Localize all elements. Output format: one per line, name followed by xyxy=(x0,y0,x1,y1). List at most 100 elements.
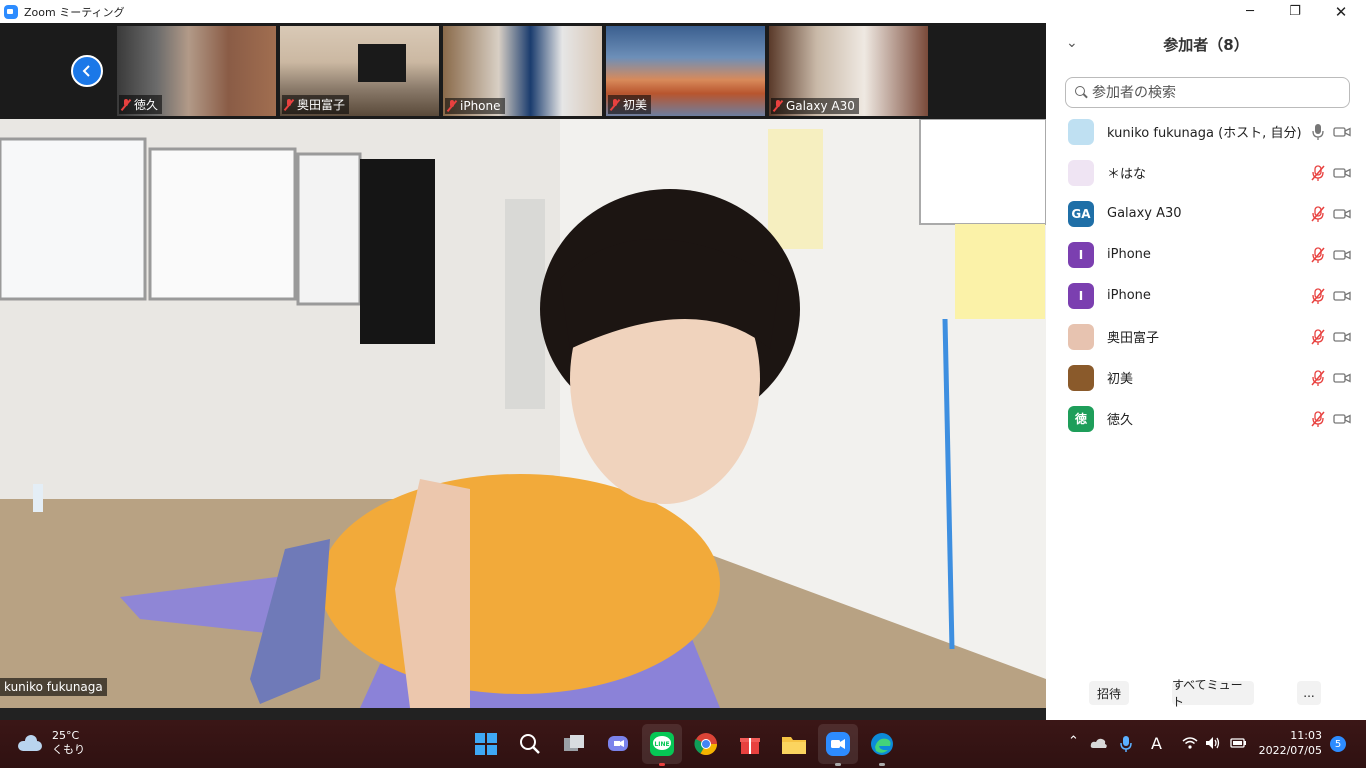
chevron-up-icon[interactable]: ⌃ xyxy=(1068,734,1079,749)
close-button[interactable]: ✕ xyxy=(1318,0,1364,23)
maximize-button[interactable]: ❐ xyxy=(1272,0,1318,23)
participant-name: kuniko fukunaga (ホスト, 自分) xyxy=(1107,126,1302,141)
avatar: I xyxy=(1068,282,1094,309)
microphone-icon[interactable] xyxy=(1120,736,1132,752)
mic-muted-icon[interactable] xyxy=(1311,328,1325,345)
participant-name: ＊はな xyxy=(1107,167,1147,182)
main-video[interactable]: kuniko fukunaga xyxy=(0,119,1046,708)
camera-icon[interactable] xyxy=(1333,208,1351,220)
battery-icon[interactable] xyxy=(1229,737,1247,749)
clock-date: 2022/07/05 xyxy=(1258,744,1322,757)
participant-row[interactable]: 奥田富子 xyxy=(1046,316,1366,357)
line-running-dot xyxy=(659,763,665,766)
notification-badge[interactable]: 5 xyxy=(1330,736,1346,752)
teams-chat-button[interactable] xyxy=(604,730,632,758)
zoom-app-icon xyxy=(4,4,18,19)
wifi-icon[interactable] xyxy=(1182,737,1198,749)
taskbar: 25°C くもり LINE ⌃ A 11:03 2022/07/05 5 xyxy=(0,720,1366,768)
line-app-button[interactable]: LINE xyxy=(648,730,676,758)
chat-icon xyxy=(608,736,628,751)
tile-name: 奥田富子 xyxy=(297,98,346,112)
mic-muted-icon xyxy=(610,98,620,111)
mute-all-button[interactable]: すべてミュート xyxy=(1172,678,1254,709)
camera-icon[interactable] xyxy=(1333,290,1351,302)
minimize-button[interactable]: ─ xyxy=(1227,0,1273,23)
gift-app-button[interactable] xyxy=(736,730,764,758)
tile-label: iPhone xyxy=(445,98,505,114)
ime-mode-indicator[interactable]: A xyxy=(1151,734,1162,753)
tv-screen xyxy=(358,44,406,82)
camera-icon[interactable] xyxy=(1333,372,1351,384)
participant-search[interactable] xyxy=(1065,77,1350,108)
camera-icon[interactable] xyxy=(1333,126,1351,138)
participant-row[interactable]: 徳徳久 xyxy=(1046,398,1366,439)
more-button[interactable]: ... xyxy=(1297,681,1321,705)
participant-row[interactable]: IiPhone xyxy=(1046,275,1366,316)
mic-muted-icon[interactable] xyxy=(1311,205,1325,222)
participant-list: kuniko fukunaga (ホスト, 自分) ＊はな GA Galaxy A30… xyxy=(1046,111,1366,439)
camera-icon[interactable] xyxy=(1333,331,1351,343)
gallery-tile[interactable]: 初美 xyxy=(606,26,765,116)
participant-row[interactable]: kuniko fukunaga (ホスト, 自分) xyxy=(1046,111,1366,152)
tile-name: iPhone xyxy=(460,99,501,113)
task-view-button[interactable] xyxy=(560,730,588,758)
svg-text:LINE: LINE xyxy=(654,741,669,748)
weather-widget[interactable]: 25°C くもり xyxy=(18,729,85,757)
participants-panel: ⌄ 参加者（8） kuniko fukunaga (ホスト, 自分)＊はなGAG… xyxy=(1046,23,1366,720)
panel-title: 参加者（8） xyxy=(1163,35,1249,54)
speaker-name-label: kuniko fukunaga xyxy=(0,678,107,696)
gallery-tile[interactable]: 徳久 xyxy=(117,26,276,116)
volume-icon[interactable] xyxy=(1205,736,1221,750)
participant-row[interactable]: ＊はな xyxy=(1046,152,1366,193)
tile-label: 初美 xyxy=(608,95,652,114)
camera-icon[interactable] xyxy=(1333,413,1351,425)
mic-muted-icon[interactable] xyxy=(1311,287,1325,304)
gallery-prev-button[interactable] xyxy=(71,55,103,87)
avatar xyxy=(1068,323,1094,350)
avatar: 徳 xyxy=(1068,405,1094,432)
gallery-tile[interactable]: iPhone xyxy=(443,26,602,116)
tile-label: 奥田富子 xyxy=(282,95,350,114)
mic-muted-icon[interactable] xyxy=(1311,369,1325,386)
participant-name: Galaxy A30 xyxy=(1107,206,1182,221)
avatar xyxy=(1068,118,1094,145)
weather-temp: 25°C xyxy=(52,729,80,742)
gallery-tile[interactable]: 奥田富子 xyxy=(280,26,439,116)
zoom-icon xyxy=(826,732,850,756)
participant-name: 徳久 xyxy=(1107,413,1134,428)
windows-icon xyxy=(475,733,497,755)
camera-icon[interactable] xyxy=(1333,249,1351,261)
microphone-icon[interactable] xyxy=(1311,123,1325,140)
avatar xyxy=(1068,159,1094,186)
speaker-video-feed xyxy=(0,119,1046,708)
edge-button[interactable] xyxy=(868,730,896,758)
file-explorer-button[interactable] xyxy=(780,730,808,758)
panel-footer: 招待 すべてミュート ... xyxy=(1046,678,1366,709)
tile-label: 徳久 xyxy=(119,95,163,114)
avatar: GA xyxy=(1068,200,1094,227)
camera-icon[interactable] xyxy=(1333,167,1351,179)
video-bottom-bar xyxy=(0,708,1046,720)
zoom-app-button[interactable] xyxy=(824,730,852,758)
mic-muted-icon[interactable] xyxy=(1311,410,1325,427)
search-input[interactable] xyxy=(1092,84,1332,101)
chevron-down-icon[interactable]: ⌄ xyxy=(1066,35,1078,51)
search-icon xyxy=(1075,85,1089,100)
gallery-strip: 徳久 奥田富子 iPhone 初美 Galaxy A30 xyxy=(0,23,1046,119)
mic-muted-icon[interactable] xyxy=(1311,246,1325,263)
invite-button[interactable]: 招待 xyxy=(1089,681,1129,705)
mic-muted-icon[interactable] xyxy=(1311,164,1325,181)
participant-row[interactable]: 初美 xyxy=(1046,357,1366,398)
participant-row[interactable]: IiPhone xyxy=(1046,234,1366,275)
gallery-tile[interactable]: Galaxy A30 xyxy=(769,26,928,116)
chrome-button[interactable] xyxy=(692,730,720,758)
mic-muted-icon xyxy=(447,100,457,112)
clock[interactable]: 11:03 2022/07/05 xyxy=(1258,728,1322,758)
start-button[interactable] xyxy=(472,730,500,758)
search-taskbar-button[interactable] xyxy=(516,730,544,758)
participant-row[interactable]: GA Galaxy A30 xyxy=(1046,193,1366,234)
onedrive-icon[interactable] xyxy=(1090,737,1108,749)
search-icon xyxy=(520,734,540,754)
task-view-icon xyxy=(564,735,584,751)
edge-running-dot xyxy=(879,763,885,766)
